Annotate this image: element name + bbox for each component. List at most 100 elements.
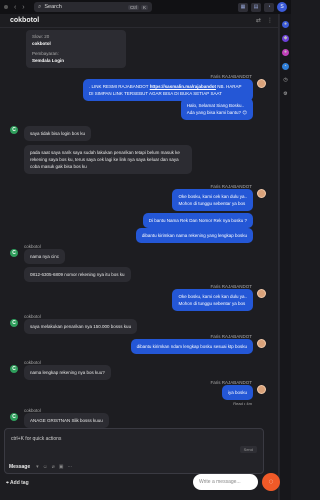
message-incoming: cokbotol C saya melakukan penarikan nya …	[10, 314, 138, 334]
apps-icon[interactable]: ◆	[282, 35, 289, 42]
message-bubble: pada saat saya narik saya sudah lakukan …	[24, 145, 192, 174]
message-text: Oke bosku, kami cek kan dulu ya..	[178, 194, 247, 199]
contact-avatar: C	[10, 319, 18, 327]
message-text: nama lengkap rekening nya bos kuu?	[30, 370, 105, 375]
add-tag-label: Add tag	[10, 480, 29, 486]
header-actions: ⇄ ⋮	[256, 17, 273, 24]
agent-avatar	[257, 289, 266, 298]
contact-info-card: Slow: 20 cokbotol Pembayaran: Semdala Lo…	[26, 30, 126, 68]
calendar-icon[interactable]: ▤	[251, 2, 261, 12]
message-text: Ada yang bisa kami bantu? 😊	[186, 110, 247, 115]
message-text: Di bantu Nama Rek Dan Nomor Rek nya bosk…	[148, 218, 247, 223]
card-val-2: Semdala Login	[32, 57, 65, 63]
message-bubble: dibantu kirimkan ndam lengkap bosku sesu…	[130, 339, 253, 354]
settings-icon[interactable]: ⚙	[282, 91, 289, 98]
agent-avatar	[257, 189, 266, 198]
card-val-1: cokbotol	[32, 40, 51, 46]
message-bubble: 0812-6305-6809 nomor rekening nya itu bo…	[24, 267, 131, 282]
clock-icon[interactable]: ◷	[282, 77, 289, 84]
message-text: saya melakukan penarikan nya 150.000 bos…	[30, 324, 132, 329]
message-text: Halo, Selamat Siang Bosku..	[186, 103, 245, 108]
message-tab[interactable]: Message	[9, 464, 30, 470]
composer-placeholder[interactable]: ctrl+K for quick actions	[11, 436, 61, 442]
widget-message-input[interactable]: Write a message...	[193, 474, 258, 490]
message-bubble: saya tidak bisa login bos ku	[24, 126, 92, 141]
message-bubble: ANAGE GRISTNAN Slik bosss kuuu	[24, 413, 109, 428]
kbd-k: K	[140, 4, 148, 10]
more-icon[interactable]: ⋯	[68, 464, 73, 470]
message-text: . LINK RESMI RAJABANDOT	[89, 84, 150, 89]
kbd-ctrl: Ctrl	[127, 4, 139, 10]
message-bubble: iya bosku	[221, 385, 253, 400]
message-text: Mohon di tunggu sebentar ya bos	[178, 301, 246, 306]
message-outgoing: dibantu kirimkan nama rekening yang leng…	[135, 228, 266, 243]
agent-avatar	[257, 385, 266, 394]
browser-toolbar: ‹ › ⌕ Search Ctrl K ▦ ▤ ◔ S	[0, 0, 291, 14]
message-text: dibantu kirimkan ndam lengkap bosku sesu…	[136, 344, 247, 349]
message-text: dibantu kirimkan nama rekening yang leng…	[141, 233, 247, 238]
image-icon[interactable]: ▣	[59, 464, 64, 470]
chat-title: cokbotol	[10, 17, 40, 24]
message-link[interactable]: https://sasmalin.ma/rajabandot	[150, 84, 216, 89]
contact-avatar: C	[10, 126, 18, 134]
more-icon[interactable]: ⋮	[267, 17, 273, 24]
message-outgoing: Faris RAJABANDOT Oke bosku, kami cek kan…	[172, 184, 266, 211]
message-outgoing: Di bantu Nama Rek Dan Nomor Rek nya bosk…	[142, 213, 266, 228]
apps-icon[interactable]: ▦	[238, 2, 248, 12]
message-outgoing: Faris RAJABANDOT iya bosku Read • 4m	[210, 380, 266, 406]
message-incoming: cokbotol C ANAGE GRISTNAN Slik bosss kuu…	[10, 408, 109, 428]
attach-icon[interactable]: ⌀	[52, 464, 55, 470]
window-dot	[4, 5, 8, 9]
nav-arrows-icon[interactable]: ‹ ›	[14, 4, 27, 11]
search-label: Search	[44, 4, 62, 10]
message-text: 0812-6305-6809 nomor rekening nya itu bo…	[30, 272, 125, 277]
profile-icon[interactable]: ●	[282, 21, 289, 28]
contact-avatar: C	[10, 413, 18, 421]
message-text: pada saat saya narik saya sudah lakukan …	[30, 150, 180, 169]
message-text: iya bosku	[227, 390, 247, 395]
read-receipt: Read • 4m	[233, 401, 252, 406]
message-outgoing: Faris RAJABANDOT . LINK RESMI RAJABANDOT…	[83, 74, 266, 101]
inbox-icon[interactable]: ▪	[282, 63, 289, 70]
user-avatar[interactable]: S	[277, 2, 287, 12]
message-text: Mohon di tunggu sebentar ya bos	[178, 201, 246, 206]
contact-avatar: C	[10, 365, 18, 373]
message-bubble: Oke bosku, kami cek kan dulu ya.. Mohon …	[172, 289, 253, 311]
chat-widget-button[interactable]: ◌	[262, 473, 280, 491]
message-bubble: saya melakukan penarikan nya 150.000 bos…	[24, 319, 138, 334]
message-bubble: nama lengkap rekening nya bos kuu?	[24, 365, 111, 380]
toolbar-right: ▦ ▤ ◔ S	[238, 2, 287, 12]
message-bubble: Oke bosku, kami cek kan dulu ya.. Mohon …	[172, 189, 253, 211]
transfer-icon[interactable]: ⇄	[256, 17, 261, 24]
agent-avatar	[257, 339, 266, 348]
right-rail: ● ◆ ● ▪ ◷ ⚙	[279, 14, 291, 500]
chat-header: cokbotol ⇄ ⋮	[0, 14, 279, 28]
agent-avatar	[257, 79, 266, 88]
message-text: saya tidak bisa login bos ku	[30, 131, 86, 136]
emoji-icon[interactable]: ☺	[43, 464, 48, 470]
message-outgoing: Faris RAJABANDOT Oke bosku, kami cek kan…	[172, 284, 266, 311]
add-tag-button[interactable]: ⌖ Add tag	[6, 480, 29, 486]
message-composer[interactable]: ctrl+K for quick actions Send Message ▾ …	[4, 428, 264, 474]
message-text: ANAGE GRISTNAN Slik bosss kuuu	[30, 418, 103, 423]
search-box[interactable]: ⌕ Search Ctrl K	[34, 2, 152, 12]
message-outgoing: Halo, Selamat Siang Bosku.. Ada yang bis…	[180, 98, 266, 120]
message-incoming: cokbotol C nama lengkap rekening nya bos…	[10, 360, 111, 380]
message-incoming: C saya tidak bisa login bos ku	[10, 126, 92, 141]
contact-avatar: C	[10, 249, 18, 257]
search-icon: ⌕	[38, 3, 42, 10]
message-incoming: cokbotol C nama nya cinc	[10, 244, 66, 264]
message-text: Oke bosku, kami cek kan dulu ya..	[178, 294, 247, 299]
message-text: nama nya cinc	[30, 254, 60, 259]
bell-icon[interactable]: ◔	[264, 2, 274, 12]
message-bubble: Di bantu Nama Rek Dan Nomor Rek nya bosk…	[142, 213, 253, 228]
message-incoming: 0812-6305-6809 nomor rekening nya itu bo…	[10, 267, 131, 282]
message-outgoing: Faris RAJABANDOT dibantu kirimkan ndam l…	[130, 334, 266, 354]
composer-toolbar: Message ▾ ☺ ⌀ ▣ ⋯	[5, 461, 263, 473]
message-bubble: dibantu kirimkan nama rekening yang leng…	[135, 228, 253, 243]
message-incoming: pada saat saya narik saya sudah lakukan …	[10, 145, 192, 174]
chevron-down-icon[interactable]: ▾	[36, 464, 39, 470]
message-bubble: nama nya cinc	[24, 249, 66, 264]
send-button[interactable]: Send	[239, 446, 257, 453]
channel-icon[interactable]: ●	[282, 49, 289, 56]
